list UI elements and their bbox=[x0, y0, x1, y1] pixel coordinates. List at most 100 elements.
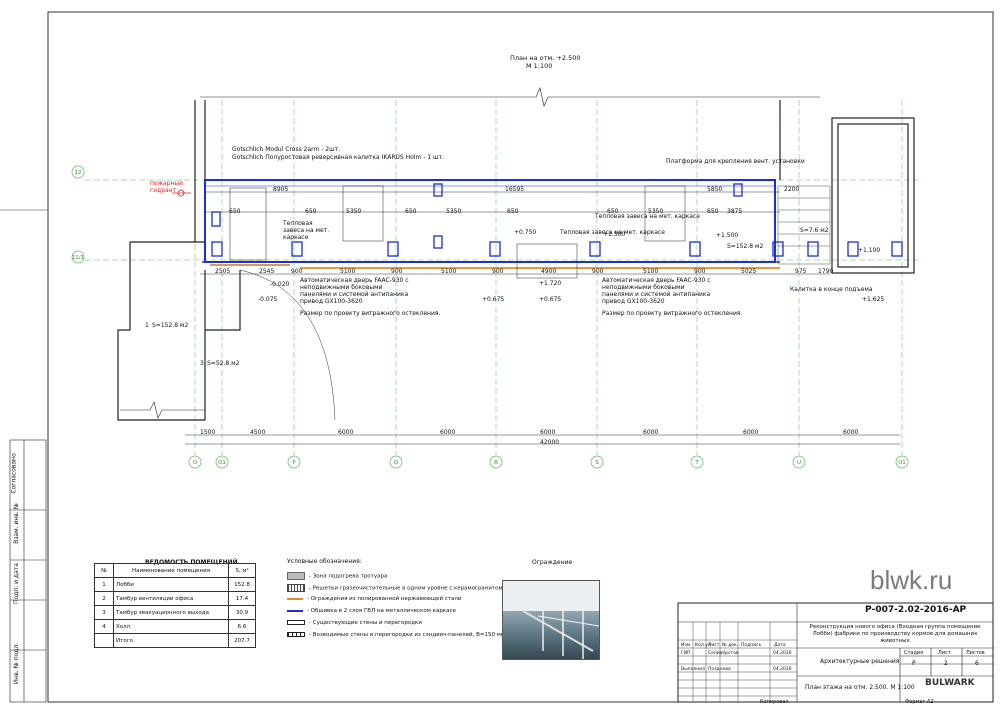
table-row: Итого 207.7 bbox=[94, 633, 256, 648]
note-curtain-1: Тепловая завеса на мет. каркасе bbox=[283, 220, 330, 241]
dim-b-4: 5100 bbox=[340, 268, 356, 275]
railing-photo-sketch bbox=[503, 581, 600, 659]
stamp-sheet: 2 bbox=[944, 660, 948, 667]
table-row: 1 Лобби 152.8 bbox=[94, 577, 256, 592]
stamp-description: Реконструкция нового офиса (Входная груп… bbox=[809, 624, 981, 644]
stamp-name-2: Позднова bbox=[708, 667, 731, 672]
break-line-left bbox=[120, 401, 205, 419]
axis-bubbles bbox=[71, 165, 909, 469]
photo-title: Ограждение bbox=[532, 559, 573, 566]
dim-total-overall: 42000 bbox=[540, 439, 560, 446]
dim-b-1: 2505 bbox=[215, 268, 231, 275]
legend-title: Условные обозначения: bbox=[287, 558, 362, 565]
stamp-grid bbox=[678, 622, 797, 702]
dim-top-4: 2200 bbox=[784, 186, 800, 193]
dim-b-11: 900 bbox=[694, 268, 706, 275]
row-axis-12: 12 bbox=[75, 170, 82, 176]
note-door-1-size: Размер по проекту витражного остекления. bbox=[300, 310, 441, 317]
stamp-role-1: ГИП bbox=[681, 651, 691, 656]
stamp-code: Р-007-2.02-2016-АР bbox=[865, 605, 967, 615]
dim-b-5: 900 bbox=[391, 268, 403, 275]
legend-item-heating: - Зона подогрева тротуара bbox=[287, 572, 387, 580]
dim-2-2: 650 bbox=[305, 208, 317, 215]
level-10: +0.675 bbox=[482, 296, 505, 303]
legend-item-existing: - Существующие стены и перегородки bbox=[287, 620, 422, 626]
level-9: +1.720 bbox=[539, 280, 562, 287]
axis-label-7: T bbox=[694, 460, 699, 466]
rooms-col-name: Наименование помещения bbox=[113, 563, 229, 578]
table-row: 4 Холл 6.6 bbox=[94, 619, 256, 634]
row-axis-11: 11/1 bbox=[72, 255, 84, 261]
stamp-date-1: 04.2016 bbox=[773, 651, 792, 656]
legend-item-new: - Возводимые стены и перегородки из сэнд… bbox=[287, 632, 505, 638]
dim-b-12: 5025 bbox=[741, 268, 757, 275]
stamp-stage: Р bbox=[912, 660, 916, 667]
stair-right bbox=[777, 185, 831, 265]
plan-title: План на отм. +2.500 bbox=[510, 54, 581, 62]
dim-b-3: 900 bbox=[291, 268, 303, 275]
dim-2-9: 650 bbox=[707, 208, 719, 215]
dim-total-5: 6000 bbox=[540, 429, 556, 436]
strip-sign-date: Подп. и дата bbox=[12, 563, 20, 604]
dim-2-6: 650 bbox=[507, 208, 519, 215]
level-6: +0.675 bbox=[539, 296, 562, 303]
note-platform: Платформа для крепления вент. установки bbox=[666, 158, 805, 165]
level-5: +0.750 bbox=[514, 229, 537, 236]
axis-labels: О О1 Р Q R S T U U1 12 11/1 bbox=[72, 170, 906, 466]
note-door-2: Автоматическая дверь FAAC-930 с неподвиж… bbox=[602, 277, 711, 305]
legend-item-grates: - Решетки грязеочистительные в одном уро… bbox=[287, 584, 503, 592]
stamp-sheet-title: План этажа на отм. 2.500. М 1:100 bbox=[805, 684, 915, 691]
note-gotschlich-1: Gotschlich Modul Cross 2arm - 2шт. bbox=[232, 146, 341, 153]
note-lift: Калитка в конце подъема bbox=[790, 286, 873, 293]
stamp-company: BULWARK bbox=[925, 678, 975, 688]
footer-format: Формат А2 bbox=[905, 699, 934, 705]
stamp-col-izm: Изм. bbox=[681, 643, 692, 648]
level-1: +1.500 bbox=[603, 231, 626, 238]
dim-b-13: 975 bbox=[795, 268, 807, 275]
dim-total-4: 6000 bbox=[440, 429, 456, 436]
dim-b-2: 2545 bbox=[259, 268, 275, 275]
dim-b-6: 5100 bbox=[441, 268, 457, 275]
railing-photo bbox=[502, 580, 600, 660]
level-2: +1.500 bbox=[716, 232, 739, 239]
strip-inv-replace: Взам. инв. № bbox=[12, 503, 20, 544]
dim-total-6: 6000 bbox=[643, 429, 659, 436]
table-row: 2 Тамбур вентиляции офиса 17.4 bbox=[94, 591, 256, 606]
area-marker-3: 3 bbox=[200, 360, 204, 367]
note-gotschlich-2: Gotschlich Полуростовая реверсивная кали… bbox=[232, 154, 444, 161]
break-line-top bbox=[200, 87, 820, 107]
area-label-main: S=152.8 м2 bbox=[727, 243, 764, 250]
rooms-col-num: № bbox=[94, 563, 114, 578]
stamp-section: Архитектурные решения bbox=[820, 658, 900, 665]
dim-2-10: 3875 bbox=[727, 208, 743, 215]
footer-copied: Копировал bbox=[760, 699, 789, 705]
dim-2-4: 650 bbox=[405, 208, 417, 215]
table-row: 3 Тамбур эвакуационного выхода 30.9 bbox=[94, 605, 256, 620]
plan-scale: М 1:100 bbox=[526, 62, 553, 70]
dim-2-5: 5350 bbox=[446, 208, 462, 215]
legend-symbol-grates bbox=[287, 584, 305, 592]
axis-label-2: О1 bbox=[218, 460, 226, 466]
strip-agreed: Согласовано bbox=[10, 453, 18, 494]
dim-b-7: 900 bbox=[492, 268, 504, 275]
area-label-3: S=52.8 м2 bbox=[207, 360, 240, 367]
stamp-sheet-head: Лист bbox=[938, 650, 951, 656]
level-4: +1.625 bbox=[862, 296, 885, 303]
axis-label-9: U1 bbox=[898, 460, 906, 466]
level-3: +1.100 bbox=[858, 247, 881, 254]
legend-symbol-new bbox=[287, 632, 305, 637]
legend-symbol-heating bbox=[287, 572, 305, 580]
stamp-date-2: 04.2016 bbox=[773, 667, 792, 672]
axis-label-1: О bbox=[193, 460, 198, 466]
dim-total-3: 6000 bbox=[338, 429, 354, 436]
area-marker-1: 1 bbox=[145, 322, 149, 329]
axis-label-6: S bbox=[595, 460, 599, 466]
level-8: -0.020 bbox=[270, 281, 290, 288]
level-7: -0.075 bbox=[258, 296, 278, 303]
dim-b-10: 5100 bbox=[643, 268, 659, 275]
stamp-name-1: Селивёрстов bbox=[708, 651, 739, 656]
dim-total-8: 6000 bbox=[843, 429, 859, 436]
dim-top-3: 5850 bbox=[707, 186, 723, 193]
area-label-1: S=152.8 м2 bbox=[152, 322, 189, 329]
stamp-col-date: Дата bbox=[774, 643, 786, 648]
